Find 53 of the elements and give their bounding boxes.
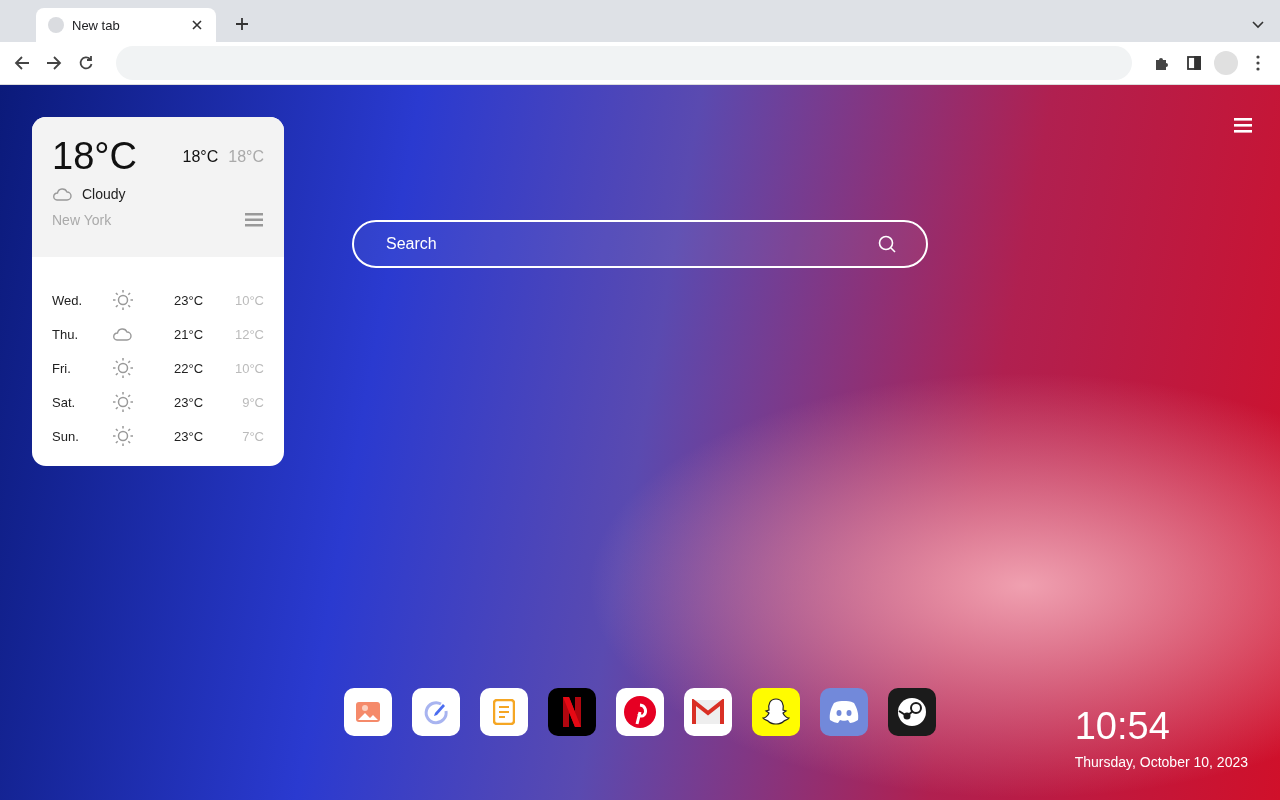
pin-logo-icon <box>623 695 657 729</box>
steam-logo-icon <box>897 697 927 727</box>
note-icon <box>493 699 515 725</box>
forecast-high: 21°C <box>173 326 205 342</box>
forecast-high: 23°C <box>173 292 205 308</box>
forecast-day: Sun. <box>52 428 112 444</box>
search-field[interactable]: Search <box>384 234 878 254</box>
shortcut-tile[interactable] <box>616 688 664 736</box>
shortcut-tile[interactable] <box>548 688 596 736</box>
forecast-day: Thu. <box>52 326 112 342</box>
sun-icon <box>112 289 134 311</box>
search-bar[interactable]: Search <box>352 220 928 268</box>
clock-time: 10:54 <box>1074 704 1171 748</box>
clock-date: Thursday, October 10, 2023 <box>1074 754 1248 770</box>
globe-icon <box>48 17 64 33</box>
shortcut-tile[interactable] <box>344 688 392 736</box>
browser-tab[interactable]: New tab <box>36 8 216 42</box>
ghost-icon <box>761 697 791 727</box>
sun-icon <box>112 357 134 379</box>
current-temperature: 18°C <box>52 135 138 178</box>
low-temperature: 18°C <box>228 147 264 166</box>
n-logo-icon <box>562 696 582 728</box>
forecast-high: 23°C <box>173 394 205 410</box>
shortcut-tile[interactable] <box>820 688 868 736</box>
weather-condition: Cloudy <box>82 186 126 202</box>
cloud-icon <box>52 187 72 201</box>
forecast-low: 10°C <box>233 360 264 376</box>
cloud-icon <box>112 327 132 341</box>
tab-title: New tab <box>72 17 121 33</box>
mail-icon <box>691 699 725 725</box>
shortcut-tile[interactable] <box>752 688 800 736</box>
controller-face-icon <box>828 700 860 724</box>
sun-icon <box>112 391 134 413</box>
forecast-high: 22°C <box>173 360 205 376</box>
forecast-day: Wed. <box>52 292 112 308</box>
forecast-day: Sat. <box>52 394 112 410</box>
forecast-low: 12°C <box>233 326 264 342</box>
image-icon <box>355 701 381 723</box>
sun-icon <box>112 425 134 447</box>
shortcut-tile[interactable] <box>888 688 936 736</box>
location-name: New York <box>52 212 113 228</box>
shortcut-tile[interactable] <box>684 688 732 736</box>
forecast-low: 9°C <box>241 394 264 410</box>
forecast-day: Fri. <box>52 360 112 376</box>
high-temperature: 18°C <box>182 147 219 166</box>
search-icon[interactable] <box>878 235 896 253</box>
pencil-circle-icon <box>423 699 449 725</box>
menu-icon[interactable] <box>244 210 264 230</box>
shortcut-tile[interactable] <box>412 688 460 736</box>
shortcut-tile[interactable] <box>480 688 528 736</box>
forecast-low: 10°C <box>233 292 264 308</box>
forecast-high: 23°C <box>173 428 205 444</box>
forecast-low: 7°C <box>241 428 264 444</box>
